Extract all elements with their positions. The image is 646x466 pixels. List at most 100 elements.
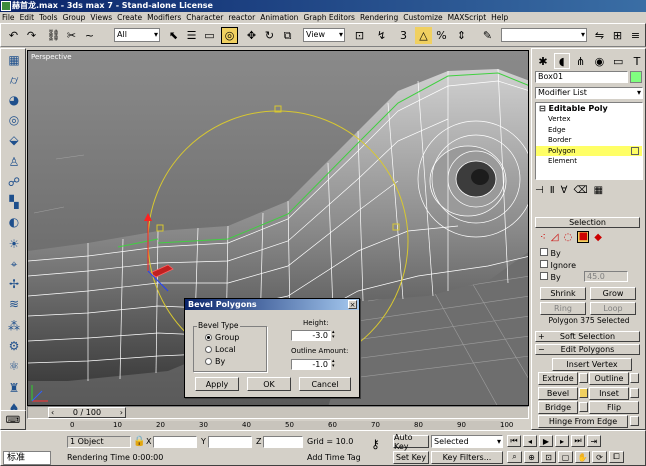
selection-rollout-header[interactable]: Selection [535, 217, 640, 228]
helper-icon[interactable]: ✢ [4, 275, 24, 293]
stack-item-border[interactable]: Border [536, 135, 642, 146]
reactor-icon[interactable]: ⚛ [4, 357, 24, 375]
menu-create[interactable]: Create [117, 12, 142, 23]
torus-icon[interactable]: ◎ [4, 111, 24, 129]
select-manipulate-icon[interactable]: ↯ [373, 27, 390, 44]
display-tab-icon[interactable]: ▭ [610, 53, 626, 69]
selection-filter-dropdown[interactable]: All ▾ [114, 28, 160, 42]
key-icon[interactable]: ⚷ [371, 437, 380, 451]
menu-help[interactable]: Help [491, 12, 508, 23]
menu-modifiers[interactable]: Modifiers [147, 12, 181, 23]
redo-icon[interactable]: ↷ [23, 27, 40, 44]
outline-spinner-icon[interactable]: ▴ ▾ [332, 359, 338, 370]
rotate-icon[interactable]: ↻ [261, 27, 278, 44]
menu-file[interactable]: File [2, 12, 15, 23]
play-icon[interactable]: ▶ [539, 435, 553, 447]
extrude-settings-icon[interactable] [579, 373, 588, 383]
loop-button[interactable]: Loop [590, 302, 636, 315]
ignore-backfacing-checkbox[interactable] [540, 260, 548, 268]
create-tab-icon[interactable]: ✱ [535, 53, 551, 69]
flip-button[interactable]: Flip [589, 401, 639, 414]
cylinder-icon[interactable]: ⌭ [4, 71, 24, 89]
stack-root[interactable]: ⊟ Editable Poly [536, 103, 642, 114]
scale-icon[interactable]: ⧉ [279, 27, 296, 44]
orbit-icon[interactable]: ⟳ [592, 451, 607, 463]
spinner-snap-icon[interactable]: ⇕ [453, 27, 470, 44]
align-icon[interactable]: ⊞ [609, 27, 626, 44]
by-angle-row[interactable]: By [540, 272, 561, 282]
menu-animation[interactable]: Animation [260, 12, 298, 23]
edit-polygons-rollout[interactable]: − Edit Polygons [535, 344, 640, 355]
bevel-button[interactable]: Bevel [538, 387, 578, 400]
named-selection-dropdown[interactable]: ▾ [501, 28, 587, 42]
pin-stack-icon[interactable]: ⊣ [535, 185, 544, 199]
make-unique-icon[interactable]: ∀ [561, 185, 568, 199]
height-field[interactable]: -3.0 [291, 330, 331, 341]
pan-icon[interactable]: ✋ [575, 451, 590, 463]
stack-item-polygon[interactable]: Polygon [536, 145, 642, 156]
zoom-region-icon[interactable]: ▢ [558, 451, 573, 463]
apply-button[interactable]: Apply [195, 377, 239, 391]
unlink-icon[interactable]: ✂ [63, 27, 80, 44]
utilities-tab-icon[interactable]: T [629, 53, 645, 69]
by-angle-checkbox[interactable] [540, 272, 548, 280]
go-to-end-icon[interactable]: ⏭ [571, 435, 585, 447]
motion-tab-icon[interactable]: ◉ [591, 53, 607, 69]
menu-reactor[interactable]: reactor [228, 12, 255, 23]
option-by-polygon[interactable]: By [205, 357, 225, 366]
outline-field[interactable]: -1.0 [291, 359, 331, 370]
by-vertex-checkbox[interactable] [540, 248, 548, 256]
menu-tools[interactable]: Tools [39, 12, 57, 23]
window-crossing-icon[interactable]: ◎ [221, 27, 238, 44]
menu-edit[interactable]: Edit [20, 12, 35, 23]
angle-snap-icon[interactable]: △ [415, 27, 432, 44]
menu-group[interactable]: Group [63, 12, 86, 23]
biped-icon[interactable]: ♙ [4, 153, 24, 171]
by-vertex-row[interactable]: By [540, 248, 561, 258]
ok-button[interactable]: OK [247, 377, 291, 391]
mini-curve-editor-icon[interactable]: ⌨ [0, 410, 26, 430]
vertex-mode-icon[interactable]: ⁖ [540, 232, 546, 243]
menu-customize[interactable]: Customize [403, 12, 442, 23]
spacewarp-icon[interactable]: ≋ [4, 295, 24, 313]
polygon-mode-icon[interactable]: ■ [577, 231, 590, 243]
render-icon[interactable]: ♜ [4, 379, 24, 397]
angle-field[interactable]: 45.0 [584, 271, 628, 282]
move-icon[interactable]: ✥ [243, 27, 260, 44]
option-local[interactable]: Local [205, 345, 236, 354]
set-key-button[interactable]: Set Key [393, 451, 429, 464]
ref-coord-dropdown[interactable]: View ▾ [303, 28, 345, 42]
time-slider-thumb[interactable]: ‹ 0 / 100 › [48, 407, 126, 418]
close-icon[interactable]: × [348, 300, 357, 309]
object-color-swatch[interactable] [630, 71, 642, 83]
lock-selection-icon[interactable]: 🔒 [133, 436, 145, 447]
next-key-icon[interactable]: ▸ [555, 435, 569, 447]
border-mode-icon[interactable]: ◌ [564, 232, 573, 243]
ime-indicator[interactable]: 标准 [3, 451, 51, 465]
pivot-icon[interactable]: ⊡ [351, 27, 368, 44]
key-mode-dropdown[interactable]: Selected ▾ [431, 435, 503, 448]
time-slider-track[interactable]: ‹ 0 / 100 › [27, 406, 529, 419]
configure-sets-icon[interactable]: ▦ [594, 185, 603, 199]
option-group[interactable]: Group [205, 333, 239, 342]
modify-tab-icon[interactable]: ◖ [553, 53, 570, 69]
stack-item-element[interactable]: Element [536, 156, 642, 167]
bridge-settings-icon[interactable] [579, 402, 588, 412]
edge-mode-icon[interactable]: ◿ [551, 232, 559, 243]
undo-icon[interactable]: ↶ [5, 27, 22, 44]
bevel-settings-icon[interactable] [579, 388, 588, 398]
bridge-button[interactable]: Bridge [538, 401, 578, 414]
camera-icon[interactable]: ⌖ [4, 255, 24, 273]
y-coordinate-field[interactable] [208, 436, 252, 448]
particle-icon[interactable]: ⁂ [4, 317, 24, 335]
auto-key-button[interactable]: Auto Key [393, 433, 429, 451]
inset-button[interactable]: Inset [589, 387, 629, 400]
viewport-label[interactable]: Perspective [31, 53, 72, 61]
show-end-result-icon[interactable]: Ⅱ [550, 185, 555, 199]
menu-views[interactable]: Views [90, 12, 112, 23]
stack-item-edge[interactable]: Edge [536, 125, 642, 136]
zoom-all-icon[interactable]: ⊕ [524, 451, 539, 463]
ring-button[interactable]: Ring [540, 302, 586, 315]
cancel-button[interactable]: Cancel [299, 377, 351, 391]
menu-graph-editors[interactable]: Graph Editors [303, 12, 355, 23]
